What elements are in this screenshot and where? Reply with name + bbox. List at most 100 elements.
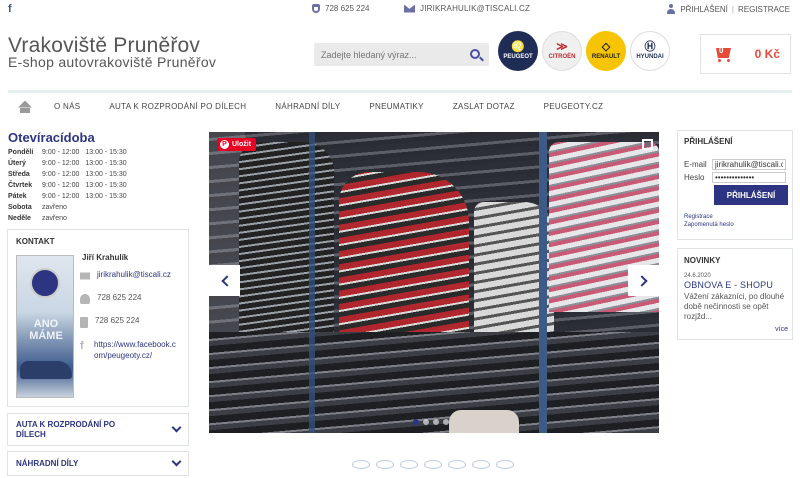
contact-name: Jiří Krahulík [82, 253, 129, 262]
nav-item-zaslat-dotaz[interactable]: Zaslat dotaz [453, 102, 515, 111]
mail-icon [404, 4, 415, 13]
contact-phone[interactable]: 728 625 224 [97, 293, 142, 302]
hours-day: Čtvrtek [8, 182, 33, 189]
slider-dot[interactable] [433, 419, 439, 425]
search-input[interactable] [314, 43, 459, 66]
nav-item-nahradni-dily[interactable]: Náhradní díly [275, 102, 340, 111]
accordion-nahradni-dily-label[interactable]: Náhradní díly [16, 459, 78, 468]
nav-item-auta[interactable]: Auta k rozprodání po dílech [109, 102, 246, 111]
search-box [314, 43, 489, 66]
hours-pm: 13:00 - 15:30 [85, 182, 127, 189]
contact-box: Kontakt ANO MÁME Jiří Krahulík jirikrahu… [7, 229, 189, 407]
hours-row: Sobota zavřeno [8, 202, 188, 213]
mail-icon [80, 272, 90, 280]
facebook-icon: f [80, 340, 84, 352]
cart-button[interactable]: 0 0 Kč [700, 34, 791, 74]
nav-item-pneumatiky[interactable]: Pneumatiky [369, 102, 423, 111]
facebook-icon[interactable]: f [8, 3, 12, 15]
hours-pm: 13:00 - 15:30 [85, 171, 127, 178]
hours-row: Neděle zavřeno [8, 213, 188, 224]
chevron-down-icon[interactable] [171, 422, 182, 433]
login-password-field[interactable] [712, 171, 786, 183]
hours-pm: 13:00 - 15:30 [85, 149, 127, 156]
citroen-logo[interactable]: ≫ CITROËN [542, 31, 582, 71]
news-title[interactable]: Obnova e - shopu [684, 280, 786, 290]
peugeot-logo[interactable]: ♌ PEUGEOT [498, 31, 538, 71]
contact-mobile[interactable]: 728 625 224 [95, 316, 140, 325]
top-email[interactable]: jirikrahulik@tiscali.cz [404, 4, 530, 13]
hours-row: Pátek 9:00 - 12:00 13:00 - 15:30 [8, 191, 188, 202]
nav-item-peugeoty[interactable]: peugeoty.cz [544, 102, 604, 111]
slider-dots [413, 419, 449, 425]
news-more-link[interactable]: více [775, 326, 788, 333]
hours-day: Pátek [8, 193, 27, 200]
contact-banner-image[interactable]: ANO MÁME [16, 255, 74, 398]
login-forgot-link[interactable]: Zapomenutá heslo [684, 222, 786, 228]
top-phone[interactable]: 728 625 224 [312, 4, 370, 13]
slider-dot[interactable] [413, 419, 419, 425]
hours-day: Pondělí [8, 149, 34, 156]
login-email-row: E-mail [684, 158, 786, 170]
phone-icon [80, 294, 90, 304]
renault-logo-label: RENAULT [591, 54, 621, 61]
contact-facebook-link[interactable]: https://www.facebook.com/peugeoty.cz/ [94, 339, 180, 361]
pinterest-icon: P [220, 140, 229, 149]
hours-am: 9:00 - 12:00 [42, 182, 80, 189]
chevron-left-icon [220, 274, 233, 287]
phone-icon [312, 4, 320, 13]
main-nav: O nás Auta k rozprodání po dílech Náhrad… [8, 90, 792, 120]
nav-item-o-nas[interactable]: O nás [54, 102, 80, 111]
slider-next-button[interactable] [628, 265, 659, 296]
decorative-ornament [352, 460, 514, 469]
top-auth-links: Přihlášení | Registrace [666, 4, 790, 14]
hours-am: zavřeno [42, 215, 67, 222]
hours-pm: 13:00 - 15:30 [85, 193, 127, 200]
login-box: Přihlášení E-mail Heslo Přihlášení Regis… [677, 130, 793, 240]
hours-pm: 13:00 - 15:30 [85, 160, 127, 167]
top-register-link[interactable]: Registrace [738, 5, 790, 14]
site-brand[interactable]: Vrakoviště Pruněřov E-shop autovrakovišt… [8, 34, 216, 70]
cart-count: 0 [719, 46, 724, 55]
auth-separator: | [731, 4, 734, 14]
hours-day: Úterý [8, 160, 26, 167]
login-heading: Přihlášení [684, 137, 733, 146]
cart-icon: 0 [713, 46, 735, 62]
slider-dot[interactable] [423, 419, 429, 425]
hours-row: Čtvrtek 9:00 - 12:00 13:00 - 15:30 [8, 180, 188, 191]
search-icon[interactable] [470, 49, 480, 59]
login-submit-button[interactable]: Přihlášení [714, 185, 788, 205]
slider-prev-button[interactable] [209, 265, 240, 296]
login-register-link[interactable]: Registrace [684, 214, 786, 220]
slide-stack [339, 172, 469, 342]
slider-dot[interactable] [443, 419, 449, 425]
hours-row: Pondělí 9:00 - 12:00 13:00 - 15:30 [8, 147, 188, 158]
accordion-nahradni-dily[interactable]: Náhradní díly [7, 451, 189, 476]
contact-email-row: jirikrahulik@tiscali.cz [80, 270, 171, 281]
chevron-down-icon[interactable] [171, 456, 182, 467]
hyundai-logo-label: HYUNDAI [636, 54, 664, 61]
slide-rack [209, 332, 659, 433]
accordion-auta[interactable]: Auta k rozprodání po dílech [7, 413, 189, 446]
hours-day: Neděle [8, 215, 31, 222]
hours-day: Sobota [8, 204, 32, 211]
hours-row: Úterý 9:00 - 12:00 13:00 - 15:30 [8, 158, 188, 169]
home-icon[interactable] [18, 101, 32, 113]
hyundai-logo[interactable]: Ⓗ HYUNDAI [630, 31, 670, 71]
site-subtitle: E-shop autovrakoviště Pruněřov [8, 54, 217, 70]
contact-email-link[interactable]: jirikrahulik@tiscali.cz [97, 270, 171, 279]
accordion-auta-label[interactable]: Auta k rozprodání po dílech [16, 420, 146, 440]
citroen-logo-label: CITROËN [548, 54, 576, 61]
renault-logo[interactable]: ◇ RENAULT [586, 31, 626, 71]
top-email-address[interactable]: jirikrahulik@tiscali.cz [420, 4, 530, 13]
login-email-field[interactable] [712, 158, 786, 170]
login-password-row: Heslo [684, 171, 786, 183]
news-body: Vážení zákazníci, po dlouhé době nečinno… [684, 292, 785, 321]
image-slider[interactable]: P Uložit [209, 132, 659, 433]
top-login-link[interactable]: Přihlášení [680, 5, 728, 14]
hours-row: Středa 9:00 - 12:00 13:00 - 15:30 [8, 169, 188, 180]
chevron-right-icon [635, 274, 648, 287]
pinterest-save-button[interactable]: P Uložit [217, 138, 257, 151]
contact-mobile-row: 728 625 224 [80, 316, 140, 328]
top-phone-number[interactable]: 728 625 224 [325, 4, 370, 13]
fullscreen-icon[interactable] [642, 139, 653, 150]
